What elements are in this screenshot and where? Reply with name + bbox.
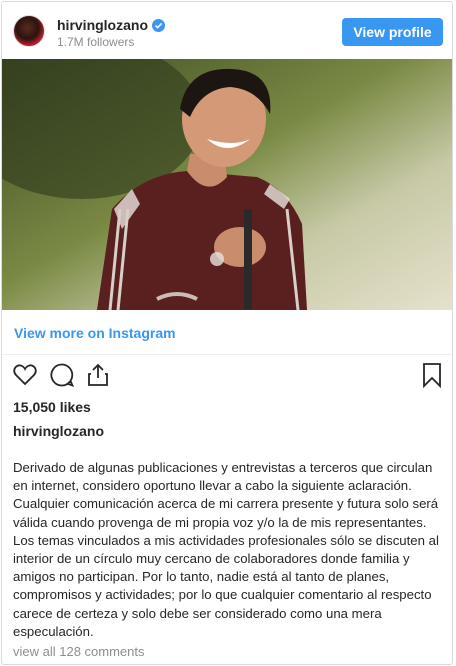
- bookmark-icon[interactable]: [419, 362, 445, 389]
- view-profile-button[interactable]: View profile: [342, 18, 443, 46]
- post-header: hirvinglozano 1.7M followers View profil…: [2, 2, 452, 58]
- verified-badge-icon: [152, 18, 165, 32]
- caption-text: Derivado de algunas publicaciones y entr…: [13, 460, 439, 639]
- caption-username[interactable]: hirvinglozano: [13, 423, 104, 439]
- view-comments-link[interactable]: view all 128 comments: [13, 644, 145, 659]
- view-more-link[interactable]: View more on Instagram: [14, 325, 176, 341]
- username[interactable]: hirvinglozano: [57, 17, 148, 33]
- share-icon[interactable]: [85, 362, 111, 388]
- heart-icon[interactable]: [12, 362, 38, 388]
- action-bar: [2, 362, 452, 390]
- post-photo[interactable]: [2, 59, 452, 310]
- likes-count[interactable]: 15,050 likes: [13, 399, 91, 415]
- username-row[interactable]: hirvinglozano: [57, 17, 165, 33]
- instagram-embed-card: hirvinglozano 1.7M followers View profil…: [1, 1, 453, 665]
- divider: [2, 354, 452, 355]
- comment-bubble-icon[interactable]: [49, 362, 75, 388]
- avatar[interactable]: [13, 15, 45, 47]
- followers-count: 1.7M followers: [57, 35, 135, 49]
